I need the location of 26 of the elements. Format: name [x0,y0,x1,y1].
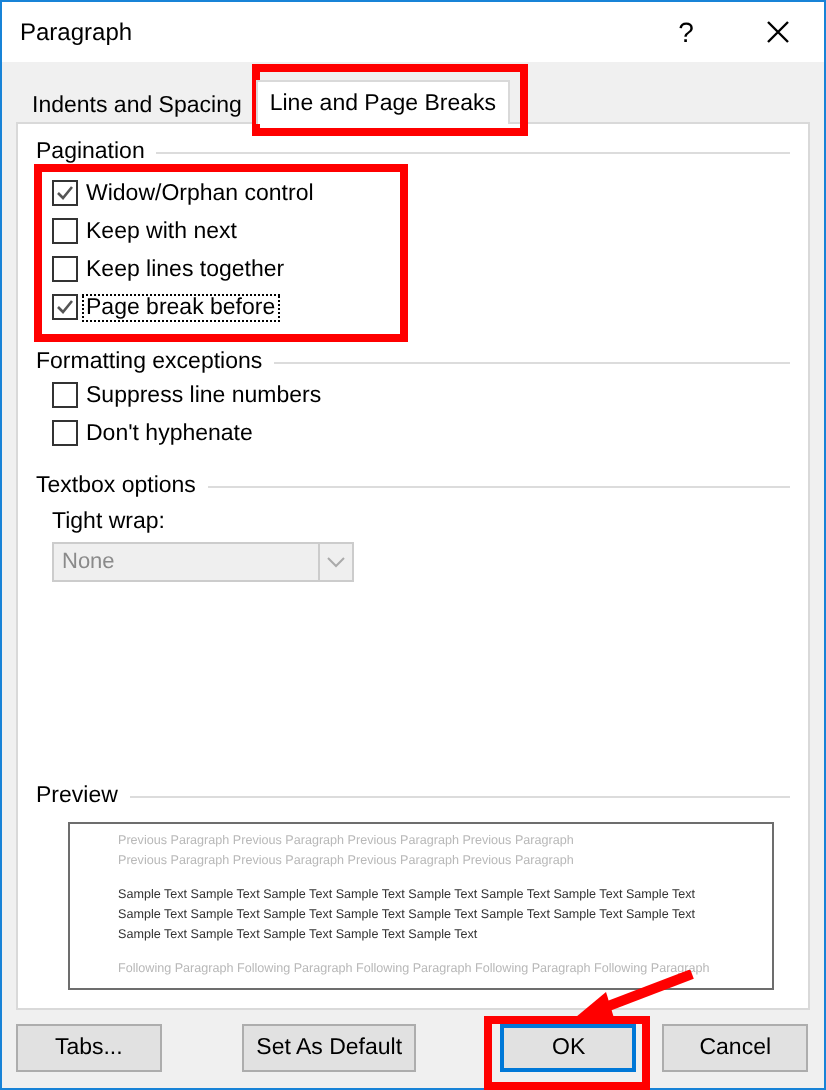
checkbox[interactable] [52,294,78,320]
dialog-button[interactable]: Set As Default [241,1024,417,1072]
window-title: Paragraph [20,18,135,46]
checkbox-label[interactable]: Page break before [84,295,278,319]
checkbox[interactable] [52,256,78,282]
group-title: Pagination [36,139,145,165]
group-title: Preview [36,783,118,809]
checkbox-label[interactable]: Widow/Orphan control [84,181,316,205]
tab[interactable]: Line and Page Breaks [255,80,511,124]
checkbox[interactable] [52,420,78,446]
checkbox-label[interactable]: Don't hyphenate [84,421,255,445]
tab[interactable]: Indents and Spacing [18,86,256,124]
dialog-button[interactable]: OK [500,1024,637,1072]
checkbox-label[interactable]: Suppress line numbers [84,383,324,407]
checkbox-label[interactable]: Keep lines together [84,257,287,281]
group-title: Textbox options [36,473,196,499]
checkbox[interactable] [52,382,78,408]
help-button[interactable]: ? [640,2,732,62]
checkbox[interactable] [52,218,78,244]
close-icon [766,20,790,44]
dialog-button[interactable]: Cancel [662,1024,809,1072]
field-label: Tight wrap: [50,510,167,534]
checkbox[interactable] [52,180,78,206]
checkbox-label[interactable]: Keep with next [84,219,239,243]
group-title: Formatting exceptions [36,349,263,375]
dialog-button[interactable]: Tabs... [16,1024,162,1072]
